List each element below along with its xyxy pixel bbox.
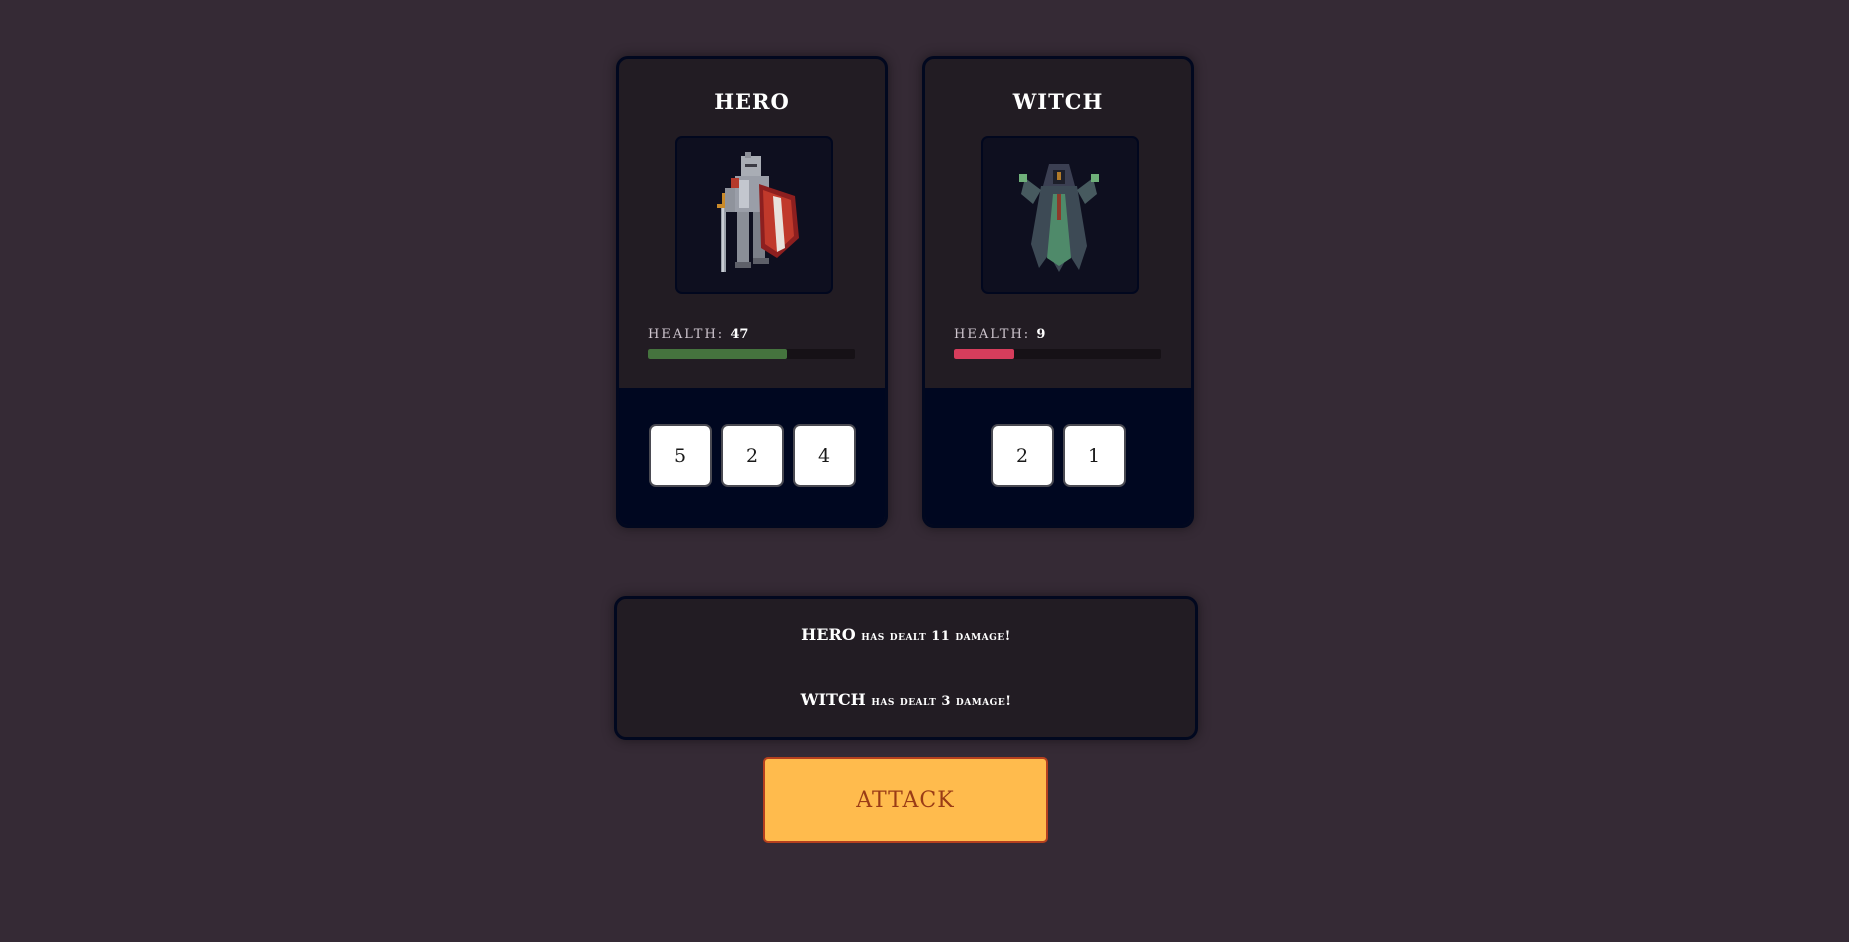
hero-health-text: HEALTH: xyxy=(648,327,725,342)
hero-health-value: 47 xyxy=(730,327,749,342)
witch-card: WITCH HEALTH: 9 2 1 xyxy=(922,56,1194,528)
log-entry-text: has dealt 11 damage! xyxy=(861,629,1011,644)
witch-die: 2 xyxy=(990,424,1054,487)
hero-die: 2 xyxy=(720,424,784,487)
witch-dice-area: 2 1 xyxy=(925,388,1191,525)
hero-dice-area: 5 2 4 xyxy=(619,388,885,525)
log-entry: WITCH has dealt 3 damage! xyxy=(617,690,1195,709)
hero-health-bar xyxy=(648,349,855,359)
witch-name: WITCH xyxy=(1012,89,1104,114)
log-entry-text: has dealt 3 damage! xyxy=(871,694,1012,709)
log-entry-actor: HERO xyxy=(801,625,856,644)
witch-health-text: HEALTH: xyxy=(954,327,1031,342)
witch-health-value: 9 xyxy=(1036,327,1046,342)
hero-card: HERO HEALTH: 47 5 2 4 xyxy=(616,56,888,528)
hero-die: 5 xyxy=(648,424,712,487)
witch-portrait xyxy=(981,136,1139,294)
witch-icon xyxy=(1019,164,1099,272)
attack-button[interactable]: ATTACK xyxy=(763,757,1048,843)
battle-log: HERO has dealt 11 damage! WITCH has deal… xyxy=(614,596,1198,740)
witch-health-bar xyxy=(954,349,1161,359)
knight-icon xyxy=(717,152,799,272)
hero-name: HERO xyxy=(714,89,790,114)
log-entry: HERO has dealt 11 damage! xyxy=(617,625,1195,644)
hero-die: 4 xyxy=(792,424,856,487)
hero-health-label: HEALTH: 47 xyxy=(648,327,748,342)
witch-health-label: HEALTH: 9 xyxy=(954,327,1045,342)
log-entry-actor: WITCH xyxy=(800,690,866,709)
witch-health-fill xyxy=(954,349,1015,359)
witch-die: 1 xyxy=(1062,424,1126,487)
hero-health-fill xyxy=(648,349,787,359)
hero-portrait xyxy=(675,136,833,294)
